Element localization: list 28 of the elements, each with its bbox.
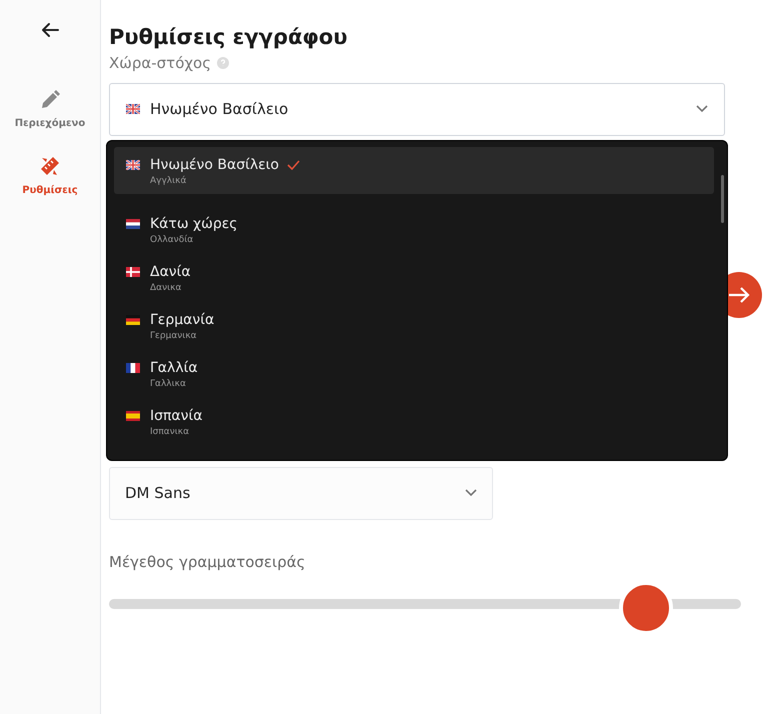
country-select[interactable]: Ηνωμένο Βασίλειο <box>109 82 725 136</box>
flag-icon <box>126 267 140 277</box>
country-option[interactable]: Ηνωμένο Βασίλειο Αγγλικά <box>114 147 714 194</box>
country-option[interactable]: Γερμανία Γερμανικα <box>114 300 714 348</box>
page-title: Ρυθμίσεις εγγράφου <box>109 24 348 51</box>
flag-icon <box>126 104 140 114</box>
flag-icon <box>126 411 140 421</box>
flag-icon <box>126 363 140 373</box>
tools-icon <box>39 155 61 177</box>
arrow-right-icon <box>728 287 750 303</box>
checkmark-icon <box>286 160 300 170</box>
country-option[interactable]: Δανία Δανικα <box>114 252 714 300</box>
pencil-icon <box>40 90 60 110</box>
country-option[interactable]: Γαλλία Γαλλικα <box>114 348 714 396</box>
country-option[interactable]: Κάτω χώρες Ολλανδία <box>114 204 714 252</box>
sidebar-item[interactable]: Περιεχόμενο <box>5 86 95 135</box>
flag-icon <box>126 160 140 170</box>
back-arrow-icon[interactable] <box>41 22 59 38</box>
chevron-down-icon <box>696 105 708 113</box>
field-label: Χώρα-στόχος <box>109 53 212 74</box>
field-label: Μέγεθος γραμματοσειράς <box>109 552 306 572</box>
country-option[interactable]: Ισπανία Ισπανικα <box>114 396 714 444</box>
sidebar-item[interactable]: Ρυθμίσεις <box>5 151 95 202</box>
flag-icon <box>126 219 140 229</box>
font-select[interactable]: DM Sans <box>109 466 493 520</box>
flag-icon <box>126 315 140 325</box>
chevron-down-icon <box>465 489 477 497</box>
scrollbar[interactable] <box>721 175 724 223</box>
